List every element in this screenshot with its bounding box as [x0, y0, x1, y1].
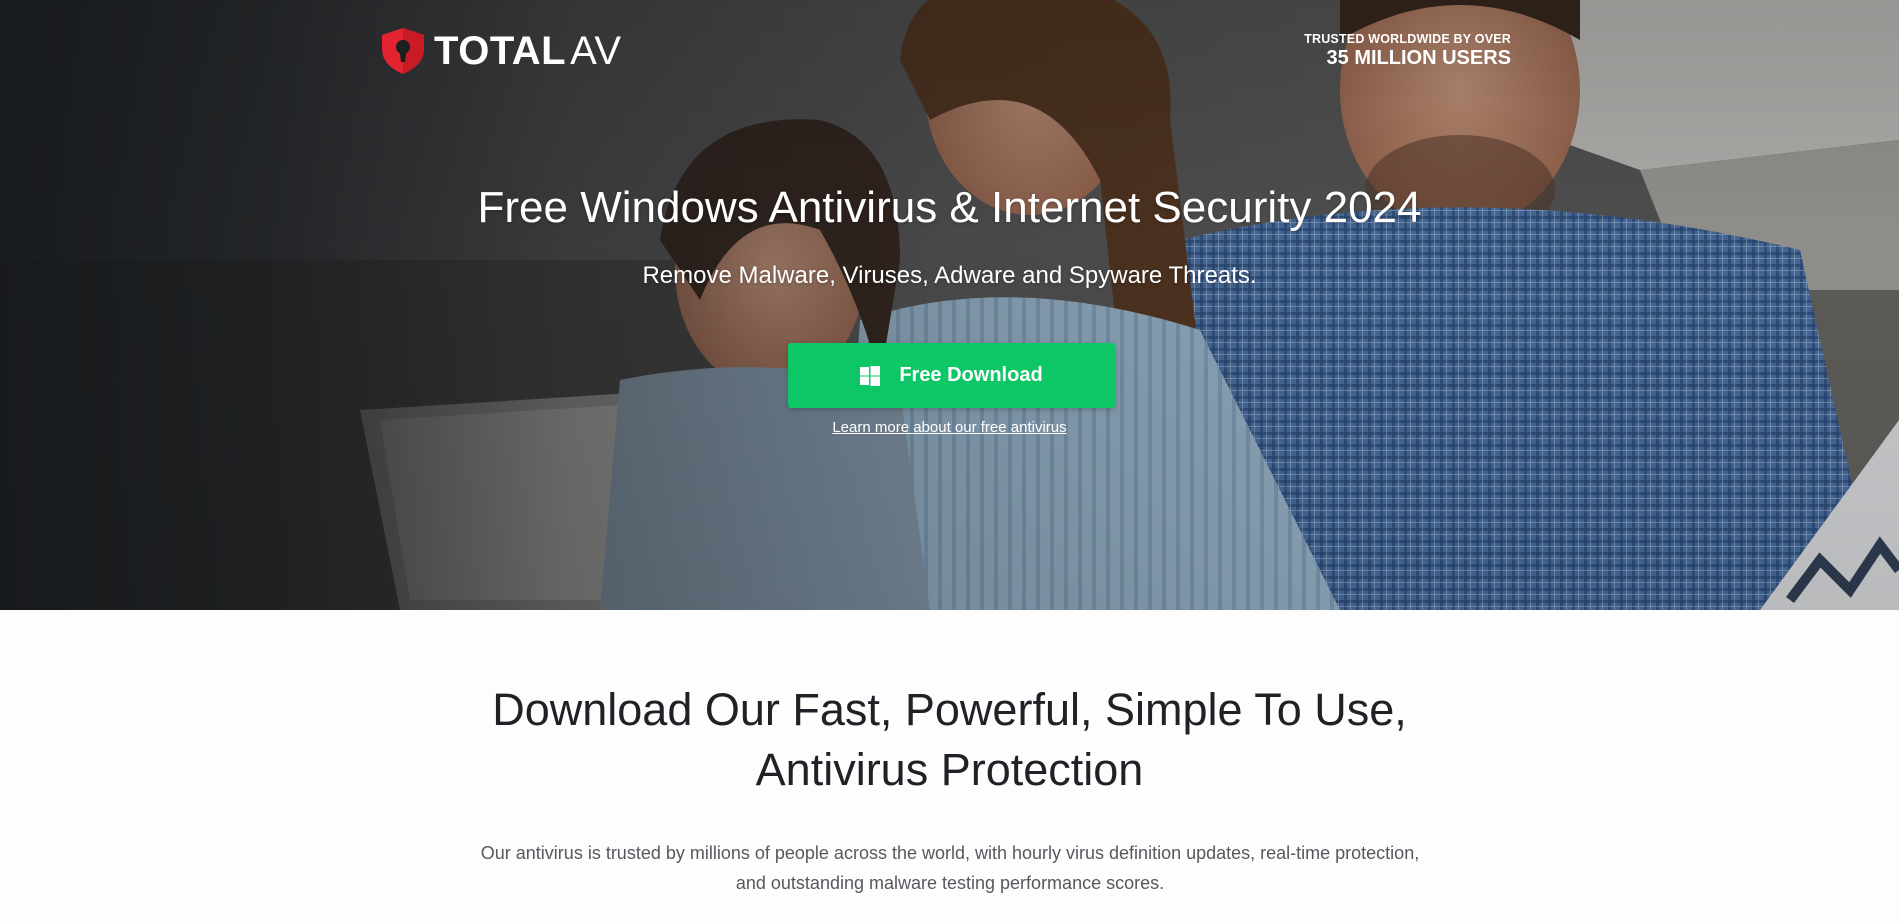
- trust-caption: TRUSTED WORLDWIDE BY OVER: [1304, 32, 1511, 46]
- learn-more-link[interactable]: Learn more about our free antivirus: [832, 419, 1066, 436]
- trust-count: 35 MILLION USERS: [1326, 47, 1511, 69]
- section-title-line-2: Antivirus Protection: [755, 744, 1144, 795]
- section-title-line-1: Download Our Fast, Powerful, Simple To U…: [492, 684, 1407, 735]
- hero-overlay: [0, 0, 1899, 610]
- hero-title: Free Windows Antivirus & Internet Securi…: [477, 183, 1422, 232]
- windows-icon: [860, 365, 881, 386]
- section-description: Our antivirus is trusted by millions of …: [470, 838, 1430, 898]
- brand-name-bold: TOTAL: [434, 29, 567, 73]
- brand-name-light: AV: [570, 29, 622, 73]
- free-download-button[interactable]: Free Download: [788, 343, 1115, 408]
- brand-logo[interactable]: TOTAL AV: [380, 27, 622, 75]
- section-description-line-1: Our antivirus is trusted by millions of …: [480, 843, 1420, 863]
- section-description-line-2: and outstanding malware testing performa…: [735, 873, 1165, 893]
- hero-section: TOTAL AV TRUSTED WORLDWIDE BY OVER 35 MIL…: [0, 0, 1899, 610]
- shield-keyhole-icon: [382, 28, 424, 74]
- free-download-label: Free Download: [899, 364, 1043, 386]
- trust-badge: TRUSTED WORLDWIDE BY OVER 35 MILLION USE…: [1304, 32, 1511, 70]
- hero-subtitle: Remove Malware, Viruses, Adware and Spyw…: [642, 262, 1257, 289]
- brand-wordmark: TOTAL AV: [434, 27, 622, 75]
- learn-more-container: Learn more about our free antivirus: [0, 419, 1899, 437]
- section-title: Download Our Fast, Powerful, Simple To U…: [0, 680, 1899, 800]
